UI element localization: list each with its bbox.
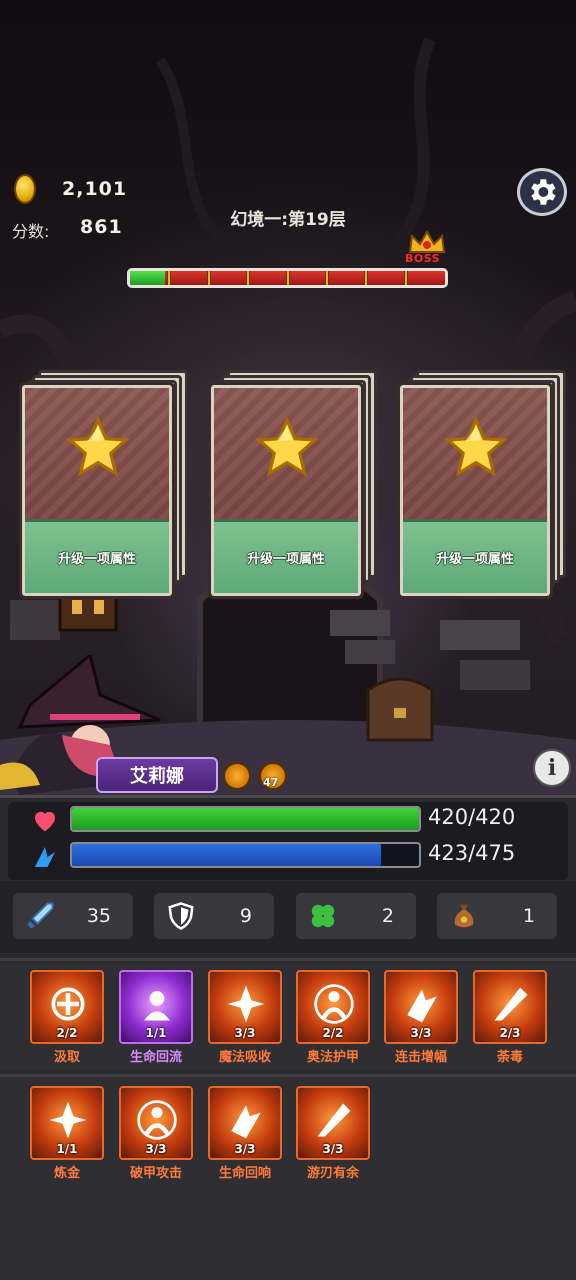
luck-stat[interactable]: 2 (296, 893, 416, 939)
star-icon (66, 416, 130, 477)
skill-name: 汲取 (53, 1050, 80, 1065)
skill-icon: 2/3 (473, 970, 547, 1044)
skill-name: 生命回流 (129, 1050, 182, 1065)
skill-level: 2/3 (499, 1026, 521, 1040)
skill-slot[interactable]: 2/2 奥法护甲 (295, 970, 371, 1065)
skill-slot[interactable]: 3/3 破甲攻击 (118, 1086, 194, 1181)
defense-stat[interactable]: 9 (154, 893, 274, 939)
skill-icon: 2/2 (296, 970, 370, 1044)
settings-button[interactable] (517, 168, 567, 216)
upgrade-card-label: 升级一项属性 (403, 519, 547, 593)
hp-text: 420/420 (428, 805, 516, 829)
progress-tick (325, 271, 329, 285)
floor-progress-fill (130, 271, 165, 285)
skill-name: 荼毒 (496, 1050, 523, 1065)
floor-progress-bar (127, 268, 448, 288)
skill-slot[interactable]: 3/3 生命回响 (207, 1086, 283, 1181)
progress-tick (404, 271, 408, 285)
mp-text: 423/475 (428, 841, 516, 865)
skill-icon: 3/3 (208, 1086, 282, 1160)
skill-level: 3/3 (234, 1026, 256, 1040)
mana-icon (35, 847, 55, 867)
skill-icon: 3/3 (384, 970, 458, 1044)
gold-stat[interactable]: 1 (437, 893, 557, 939)
skill-icon: 1/1 (119, 970, 193, 1044)
skill-slot[interactable]: 3/3 游刃有余 (295, 1086, 371, 1181)
progress-tick (286, 271, 290, 285)
skill-level: 1/1 (145, 1026, 167, 1040)
skill-name: 魔法吸收 (218, 1050, 271, 1065)
progress-tick (207, 271, 211, 285)
skill-level: 3/3 (234, 1142, 256, 1156)
clover-icon (311, 904, 335, 928)
coin-icon (14, 174, 36, 204)
progress-tick (167, 271, 171, 285)
buff-stack-count: 47 (263, 776, 279, 789)
skill-icon: 2/2 (30, 970, 104, 1044)
skill-name: 破甲攻击 (129, 1166, 182, 1181)
skill-level: 2/2 (56, 1026, 78, 1040)
skill-icon: 3/3 (208, 970, 282, 1044)
skill-icon: 3/3 (119, 1086, 193, 1160)
hp-bar (70, 806, 421, 832)
gold-value: 1 (522, 905, 535, 927)
skill-slot[interactable]: 3/3 魔法吸收 (207, 970, 283, 1065)
gear-icon (531, 179, 556, 205)
upgrade-card[interactable]: 升级一项属性 (19, 370, 192, 599)
hp-bar-fill (72, 808, 419, 830)
upgrade-card-label: 升级一项属性 (25, 519, 169, 593)
upgrade-card[interactable]: 升级一项属性 (208, 370, 381, 599)
money-bag-icon (454, 904, 474, 928)
heart-icon (35, 811, 55, 832)
boss-label: BOSS (405, 252, 441, 265)
sword-icon (27, 902, 54, 929)
skill-icon: 3/3 (296, 1086, 370, 1160)
skill-icon: 1/1 (30, 1086, 104, 1160)
coin-count: 2,101 (62, 178, 128, 200)
skill-level: 1/1 (56, 1142, 78, 1156)
skill-level: 3/3 (322, 1142, 344, 1156)
upgrade-card-label: 升级一项属性 (214, 519, 358, 593)
skill-slot[interactable]: 1/1 生命回流 (118, 970, 194, 1065)
level-title: 幻境一:第19层 (230, 210, 346, 230)
skill-slot[interactable]: 2/3 荼毒 (472, 970, 548, 1065)
skill-slot[interactable]: 3/3 连击增幅 (383, 970, 459, 1065)
upgrade-card[interactable]: 升级一项属性 (397, 370, 570, 599)
mp-bar (70, 842, 421, 868)
skill-name: 奥法护甲 (306, 1050, 359, 1065)
skill-level: 3/3 (145, 1142, 167, 1156)
luck-value: 2 (381, 905, 394, 927)
skill-slot[interactable]: 1/1 炼金 (29, 1086, 105, 1181)
progress-tick (246, 271, 250, 285)
buff-icon[interactable] (223, 762, 251, 790)
skill-name: 生命回响 (218, 1166, 271, 1181)
skill-level: 2/2 (322, 1026, 344, 1040)
progress-tick (364, 271, 368, 285)
star-icon (444, 416, 508, 477)
hero-name-badge[interactable]: 艾莉娜 (96, 757, 218, 793)
skill-name: 连击增幅 (394, 1050, 447, 1065)
skill-slot[interactable]: 2/2 汲取 (29, 970, 105, 1065)
skill-level: 3/3 (410, 1026, 432, 1040)
defense-value: 9 (239, 905, 252, 927)
attack-value: 35 (86, 905, 111, 927)
crown-icon (408, 230, 446, 253)
shield-icon (168, 902, 194, 930)
mp-bar-fill (72, 844, 381, 866)
skill-name: 炼金 (53, 1166, 80, 1181)
skill-name: 游刃有余 (306, 1166, 359, 1181)
attack-stat[interactable]: 35 (13, 893, 133, 939)
info-button[interactable]: i (533, 749, 571, 787)
star-icon (255, 416, 319, 477)
